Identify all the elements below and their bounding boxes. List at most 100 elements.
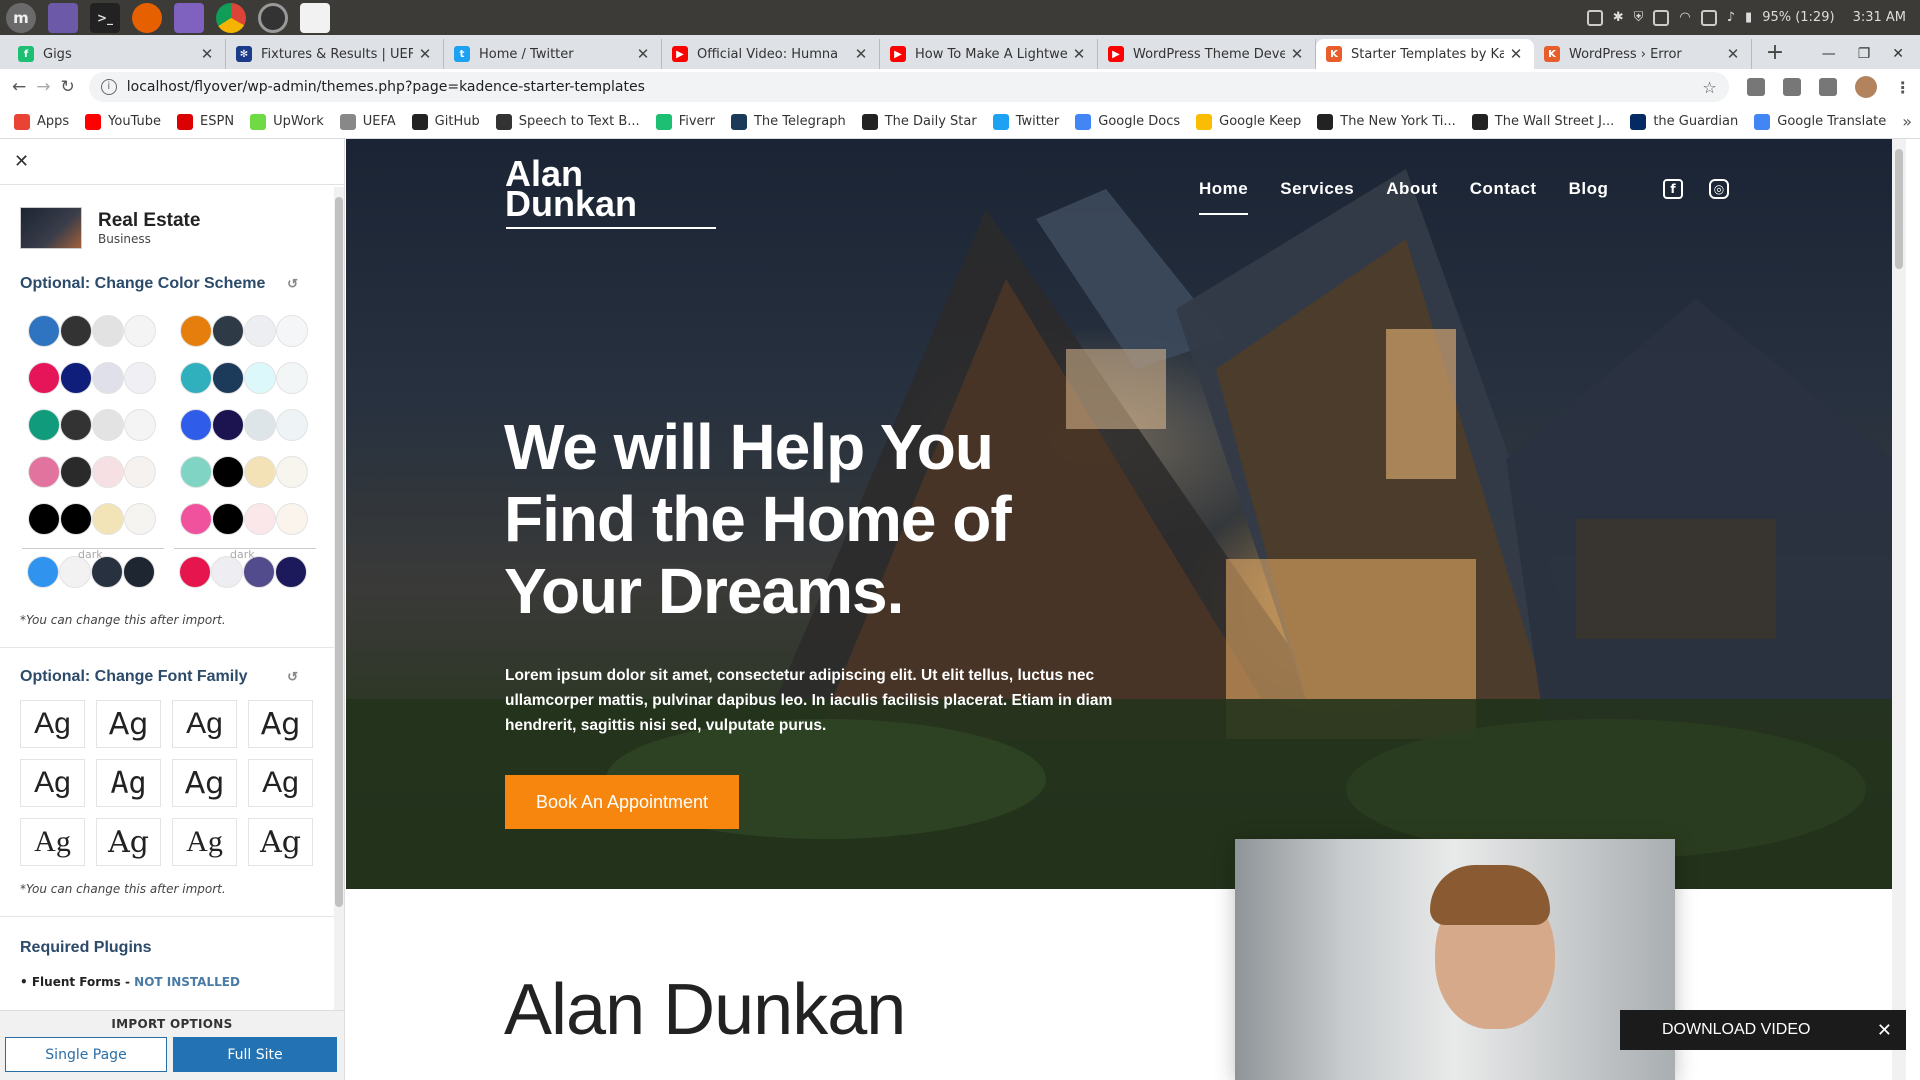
font-option[interactable]: Ag (172, 700, 237, 748)
text-editor-icon[interactable] (300, 2, 330, 33)
font-option[interactable]: Ag (172, 759, 237, 807)
browser-tab[interactable]: ▶ How To Make A Lightweig ✕ (880, 39, 1098, 69)
font-option[interactable]: Ag (96, 700, 161, 748)
tab-close-icon[interactable]: ✕ (853, 45, 869, 63)
bookmark-item[interactable]: Speech to Text B... (495, 113, 640, 130)
tab-close-icon[interactable]: ✕ (1725, 45, 1741, 63)
browser-tab[interactable]: t Home / Twitter ✕ (444, 39, 662, 69)
bookmark-item[interactable]: ESPN (177, 113, 234, 130)
mint-menu-icon[interactable]: m (6, 2, 36, 33)
close-icon[interactable]: ✕ (14, 151, 29, 172)
profile-avatar[interactable] (1854, 76, 1877, 98)
download-video-label[interactable]: DOWNLOAD VIDEO (1662, 1021, 1810, 1039)
display-icon[interactable] (1586, 9, 1603, 26)
tab-close-icon[interactable]: ✕ (1071, 45, 1087, 63)
terminal-icon[interactable]: >_ (90, 2, 120, 33)
font-option[interactable]: Ag (20, 759, 85, 807)
reset-colors-icon[interactable]: ↺ (287, 276, 298, 292)
instagram-icon[interactable]: ◎ (1709, 179, 1729, 199)
more-bookmarks-icon[interactable]: » (1902, 112, 1912, 131)
browser-tab[interactable]: ▶ WordPress Theme Develo ✕ (1098, 39, 1316, 69)
font-option[interactable]: Ag (20, 700, 85, 748)
drive-icon[interactable] (1653, 9, 1670, 26)
bookmark-star-icon[interactable]: ☆ (1702, 78, 1716, 97)
bookmark-item[interactable]: GitHub (411, 113, 480, 130)
reading-list-icon[interactable] (1818, 78, 1837, 96)
camera-icon[interactable] (258, 2, 288, 33)
chrome-icon[interactable] (216, 2, 246, 33)
clock[interactable]: 3:31 AM (1853, 10, 1906, 25)
font-option[interactable]: Ag (96, 818, 161, 866)
color-palette[interactable] (174, 307, 316, 354)
bookmark-item[interactable]: The New York Ti... (1317, 113, 1456, 130)
font-option[interactable]: Ag (248, 759, 313, 807)
minimize-icon[interactable]: — (1822, 46, 1836, 62)
url-text[interactable]: localhost/flyover/wp-admin/themes.php?pa… (127, 79, 645, 95)
reload-icon[interactable]: ↻ (61, 77, 75, 97)
bluetooth-icon[interactable]: ✱ (1613, 10, 1624, 25)
color-palette[interactable] (22, 401, 164, 448)
browser-tab[interactable]: ✻ Fixtures & Results | UEFA ✕ (226, 39, 444, 69)
maximize-icon[interactable]: ❐ (1858, 46, 1871, 62)
bookmark-item[interactable]: UpWork (250, 113, 324, 130)
font-option[interactable]: Ag (172, 818, 237, 866)
address-bar[interactable]: i localhost/flyover/wp-admin/themes.php?… (88, 72, 1729, 102)
bookmark-item[interactable]: Google Docs (1075, 113, 1180, 130)
single-page-button[interactable]: Single Page (5, 1037, 167, 1072)
forward-icon[interactable]: → (36, 77, 50, 97)
bookmark-item[interactable]: UEFA (339, 113, 396, 130)
browser-tab[interactable]: K WordPress › Error ✕ (1534, 39, 1752, 69)
bookmark-item[interactable]: Fiverr (655, 113, 715, 130)
dark-color-palette[interactable]: dark (22, 548, 164, 595)
close-popup-icon[interactable]: ✕ (1877, 1020, 1892, 1041)
browser-tab[interactable]: K Starter Templates by Kad ✕ (1316, 39, 1534, 69)
firefox-icon[interactable] (132, 2, 162, 33)
font-option[interactable]: Ag (96, 759, 161, 807)
bookmark-item[interactable]: The Telegraph (730, 113, 846, 130)
bookmark-item[interactable]: Google Keep (1196, 113, 1301, 130)
font-option[interactable]: Ag (248, 700, 313, 748)
bookmark-item[interactable]: Apps (14, 113, 69, 130)
nav-services[interactable]: Services (1280, 179, 1354, 199)
book-appointment-button[interactable]: Book An Appointment (505, 775, 739, 829)
reset-fonts-icon[interactable]: ↺ (287, 669, 298, 685)
color-palette[interactable] (22, 495, 164, 542)
shield-icon[interactable]: ⛨ (1634, 10, 1644, 25)
bookmark-item[interactable]: YouTube (85, 113, 161, 130)
facebook-icon[interactable]: f (1663, 179, 1683, 199)
close-window-icon[interactable]: ✕ (1892, 46, 1904, 62)
battery-status[interactable]: 95% (1:29) (1762, 10, 1834, 25)
dark-color-palette[interactable]: dark (174, 548, 316, 595)
network-icon[interactable] (1700, 9, 1717, 26)
bookmark-item[interactable]: The Wall Street J... (1471, 113, 1614, 130)
preview-scrollbar[interactable] (1892, 139, 1906, 1080)
tab-close-icon[interactable]: ✕ (417, 45, 433, 63)
color-palette[interactable] (174, 495, 316, 542)
volume-icon[interactable]: ♪ (1727, 10, 1735, 25)
nav-blog[interactable]: Blog (1569, 179, 1609, 199)
extension-icon[interactable] (1746, 78, 1765, 96)
download-video-popup[interactable]: DOWNLOAD VIDEO ✕ (1620, 1010, 1906, 1050)
browser-tab[interactable]: f Gigs ✕ (8, 39, 226, 69)
browser-tab[interactable]: ▶ Official Video: Humna ✕ (662, 39, 880, 69)
tab-close-icon[interactable]: ✕ (199, 45, 215, 63)
color-palette[interactable] (22, 354, 164, 401)
bookmark-item[interactable]: Google Translate (1754, 113, 1886, 130)
files-icon[interactable] (174, 2, 204, 33)
wifi-icon[interactable]: ◠ (1679, 10, 1690, 25)
browser-menu-icon[interactable]: ⋮ (1895, 78, 1911, 97)
font-option[interactable]: Ag (248, 818, 313, 866)
new-tab-button[interactable]: + (1758, 39, 1792, 69)
color-palette[interactable] (174, 354, 316, 401)
bookmark-item[interactable]: The Daily Star (861, 113, 977, 130)
nav-about[interactable]: About (1386, 179, 1438, 199)
bookmark-item[interactable]: Twitter (992, 113, 1059, 130)
bookmark-item[interactable]: the Guardian (1630, 113, 1738, 130)
site-logo[interactable]: Alan Dunkan (505, 156, 637, 222)
puzzle-icon[interactable] (1782, 78, 1801, 96)
nav-contact[interactable]: Contact (1470, 179, 1537, 199)
battery-icon[interactable]: ▮ (1745, 10, 1752, 25)
tab-close-icon[interactable]: ✕ (635, 45, 651, 63)
window-list-icon[interactable] (48, 2, 78, 33)
color-palette[interactable] (174, 401, 316, 448)
